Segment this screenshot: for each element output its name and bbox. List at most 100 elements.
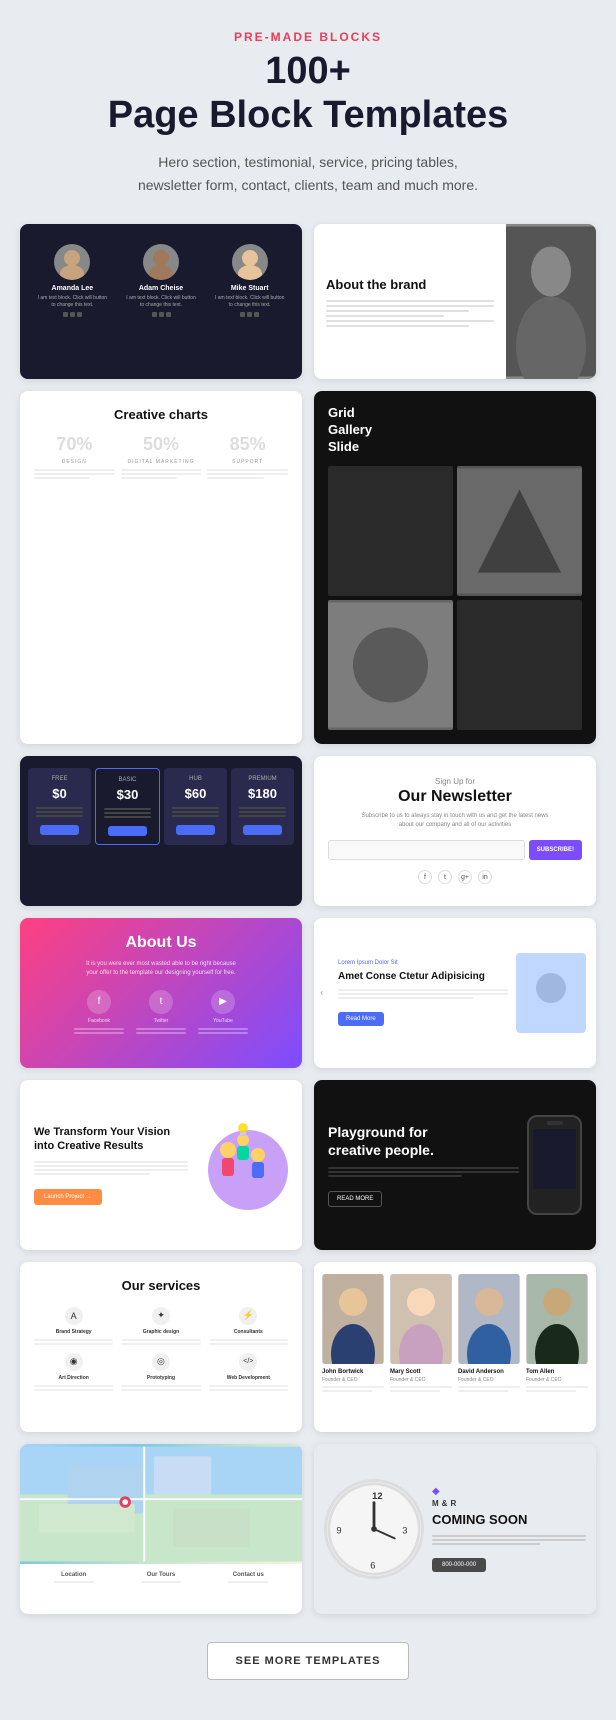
header-section: PRE-MADE BLOCKS 100+ Page Block Template… — [20, 30, 596, 196]
service-web-development: </> Web Development — [209, 1353, 288, 1391]
sl-9 — [121, 1385, 200, 1387]
member-desc-1: I am text block. Click will buttonto cha… — [38, 295, 107, 308]
aboutus-yt-desc — [198, 1028, 248, 1034]
facebook-icon: f — [87, 990, 111, 1014]
tpline-2 — [322, 1390, 372, 1392]
chart-percent-2: 50% — [143, 434, 179, 455]
chart-percent-1: 70% — [56, 434, 92, 455]
slider-prev-arrow[interactable]: ‹ — [320, 987, 323, 998]
team-photo-img-1 — [322, 1274, 384, 1364]
afb-2 — [74, 1032, 124, 1034]
avatar-2 — [143, 244, 179, 280]
chart-design: 70% DESIGN — [34, 434, 115, 479]
service-name-3: Consultants — [234, 1329, 263, 1335]
chart-desc-lines-3 — [207, 469, 288, 479]
aboutus-youtube-label: YouTube — [213, 1018, 233, 1024]
brand-lines — [326, 300, 494, 327]
card-team-photos: John Bortwick Founder & CEO Mary Scott F… — [314, 1262, 596, 1432]
main-title: 100+ Page Block Templates — [20, 50, 596, 137]
team-photo-img-3 — [458, 1274, 520, 1364]
creative-title: We Transform Your Visioninto Creative Re… — [34, 1125, 188, 1154]
aboutus-title: About Us — [125, 934, 196, 952]
pfl-9 — [172, 815, 219, 817]
phone-screen — [533, 1129, 576, 1189]
pfl-3 — [36, 815, 83, 817]
cs-button[interactable]: 800-000-000 — [432, 1558, 486, 1572]
atw-2 — [136, 1032, 186, 1034]
plan-features-3 — [235, 807, 290, 817]
newsletter-input[interactable] — [328, 840, 525, 860]
chart-label-3: SUPPORT — [232, 459, 263, 465]
sl-4 — [121, 1343, 200, 1345]
team-photo-role-2: Founder & CEO — [390, 1377, 452, 1383]
map-location-label: Location — [54, 1572, 94, 1578]
chart-label-2: DIGITAL MARKETING — [128, 459, 195, 465]
gallery-cell-2 — [457, 466, 582, 596]
tpline-3 — [390, 1386, 452, 1388]
team-photo-name-3: David Anderson — [458, 1369, 520, 1375]
team-photo-john: John Bortwick Founder & CEO — [322, 1274, 384, 1392]
aboutus-tw-desc — [136, 1028, 186, 1034]
creative-launch-button[interactable]: Launch Project → — [34, 1189, 102, 1205]
consultants-icon: ⚡ — [239, 1307, 257, 1325]
aboutus-facebook-label: Facebook — [88, 1018, 110, 1024]
prototyping-icon: ◎ — [152, 1353, 170, 1371]
plan-price-0: $0 — [32, 786, 87, 801]
mfl-2 — [141, 1581, 181, 1583]
social-tw — [70, 312, 75, 317]
plan-price-3: $180 — [235, 786, 290, 801]
creative-illustration — [198, 1120, 288, 1210]
see-more-button[interactable]: SEE MORE TEMPLATES — [207, 1642, 410, 1680]
pldl-1 — [328, 1167, 519, 1169]
coming-soon-content: ◆ M&R COMING SOON 800-000-000 — [432, 1486, 586, 1572]
newsletter-button[interactable]: SUBSCRIBE! — [529, 840, 582, 860]
brand-text: About the brand — [314, 224, 506, 379]
plan-btn-3[interactable] — [243, 825, 282, 835]
team-photo-name-1: John Bortwick — [322, 1369, 384, 1375]
team-photo-name-2: Mary Scott — [390, 1369, 452, 1375]
social-instagram-icon[interactable]: in — [478, 870, 492, 884]
service-name-6: Web Development — [227, 1375, 270, 1381]
sl-6 — [209, 1343, 288, 1345]
pfl-5 — [104, 812, 151, 814]
social-fb — [63, 312, 68, 317]
social-google-icon[interactable]: g+ — [458, 870, 472, 884]
newsletter-title: Our Newsletter — [328, 788, 582, 806]
chart-desc-lines-2 — [121, 469, 202, 479]
aboutus-fb-desc — [74, 1028, 124, 1034]
team-photo-role-1: Founder & CEO — [322, 1377, 384, 1383]
slider-content: Lorem Ipsum Dolor Sit Amet Conse Ctetur … — [338, 960, 508, 1026]
plan-btn-2[interactable] — [176, 825, 215, 835]
playground-read-more-button[interactable]: READ MORE — [328, 1191, 382, 1207]
map-contact: Contact us — [228, 1572, 268, 1583]
plan-btn-0[interactable] — [40, 825, 79, 835]
newsletter-signup-label: Sign Up for — [328, 777, 582, 786]
card-team: Amanda Lee I am text block. Click will b… — [20, 224, 302, 379]
sl-2 — [34, 1343, 113, 1345]
card-playground: Playground forcreative people. READ MORE — [314, 1080, 596, 1250]
plan-btn-1[interactable] — [108, 826, 147, 836]
chart-support: 85% SUPPORT — [207, 434, 288, 479]
clock-area: 12 3 6 9 — [324, 1479, 424, 1579]
cdl-3 — [34, 477, 90, 479]
social-facebook-icon[interactable]: f — [418, 870, 432, 884]
crdl-2 — [34, 1165, 188, 1167]
atw-1 — [136, 1028, 186, 1030]
card-brand: About the brand — [314, 224, 596, 379]
title-line2: Page Block Templates — [108, 94, 509, 136]
svc-lines-1 — [34, 1339, 113, 1345]
pldl-2 — [328, 1171, 519, 1173]
plan-tier-3: Premium — [235, 776, 290, 782]
ayt-1 — [198, 1028, 248, 1030]
service-art-direction: ◉ Art Direction — [34, 1353, 113, 1391]
plan-premium: Premium $180 — [231, 768, 294, 845]
social-twitter-icon[interactable]: t — [438, 870, 452, 884]
card-services: Our services A Brand Strategy ✦ Graphic … — [20, 1262, 302, 1432]
team-photos-grid: John Bortwick Founder & CEO Mary Scott F… — [322, 1274, 588, 1392]
chart-label-1: DESIGN — [62, 459, 87, 465]
aboutus-twitter-label: Twitter — [154, 1018, 169, 1024]
pfl-2 — [36, 811, 83, 813]
map-footer: Location Our Tours Contact us — [20, 1564, 302, 1591]
slider-read-more-button[interactable]: Read More — [338, 1012, 384, 1026]
aboutus-icon-twitter: t Twitter — [136, 990, 186, 1034]
